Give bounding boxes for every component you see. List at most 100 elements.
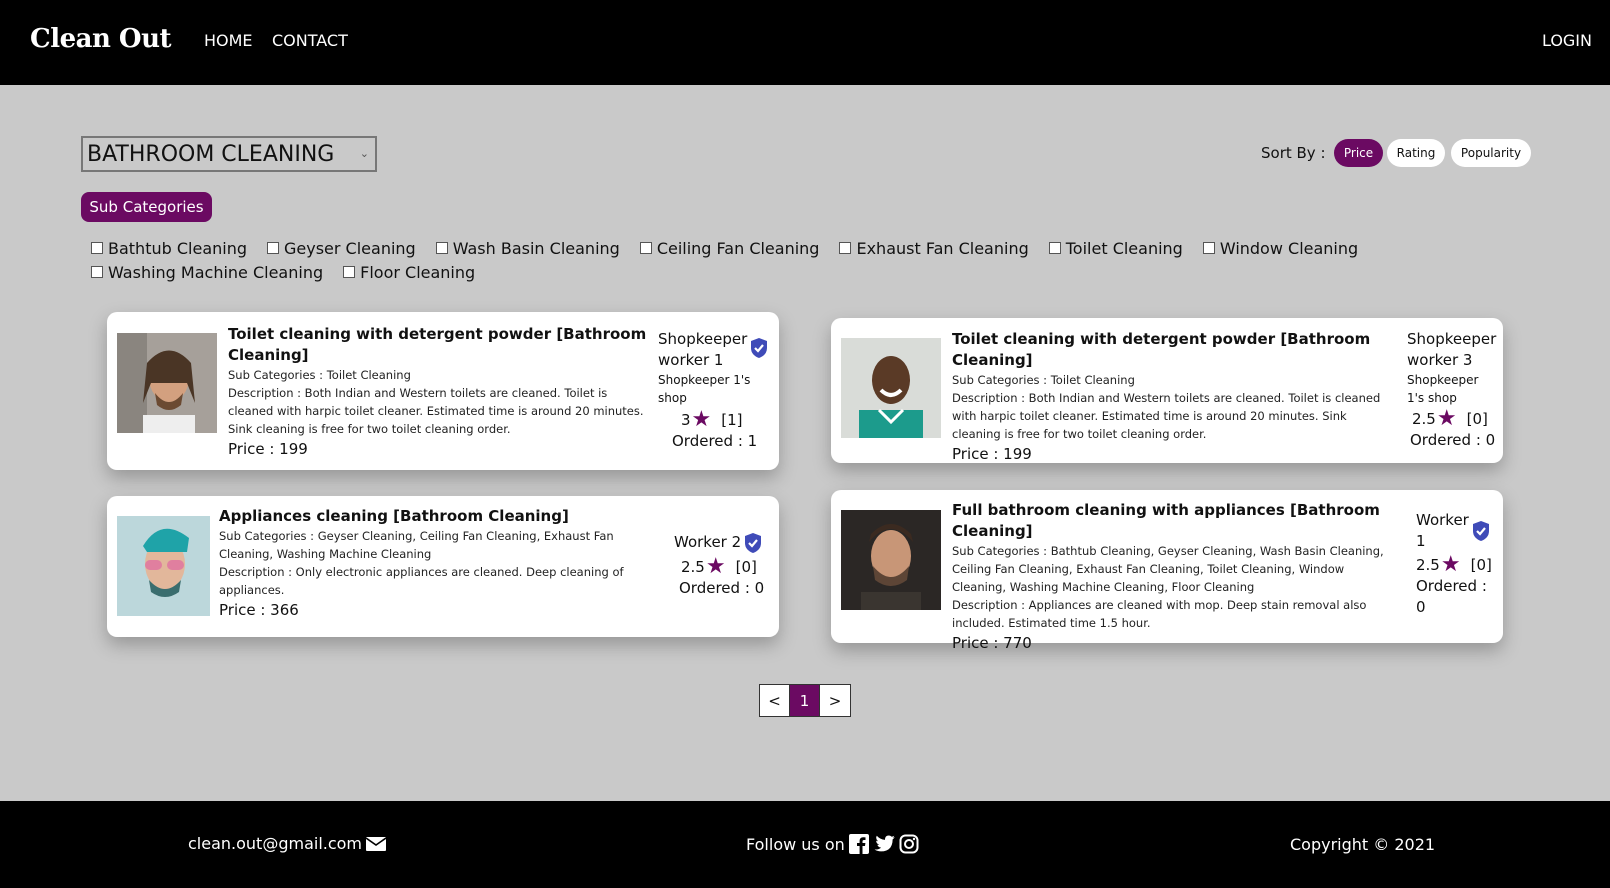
card-subcategories: Sub Categories : Toilet Cleaning — [228, 368, 411, 382]
ordered-count: Ordered : 1 — [672, 432, 758, 450]
category-select-value: BATHROOM CLEANING — [87, 141, 335, 167]
checkbox-label: Bathtub Cleaning — [108, 238, 247, 258]
subcategories-button[interactable]: Sub Categories — [81, 192, 212, 222]
card-subcategories: Sub Categories : Toilet Cleaning — [952, 373, 1135, 387]
facebook-icon[interactable] — [848, 834, 869, 854]
card-body: Appliances cleaning [Bathroom Cleaning] … — [219, 506, 639, 619]
ordered-count: Ordered : 0 — [1410, 431, 1496, 449]
star-icon: ★ — [1436, 406, 1457, 431]
checkbox-label: Wash Basin Cleaning — [452, 238, 620, 258]
checkbox-box[interactable] — [91, 266, 103, 278]
checkbox-box[interactable] — [91, 242, 103, 254]
rating-row: 2.5 ★ [0] — [1416, 554, 1498, 576]
card-description: Description : Appliances are cleaned wit… — [952, 598, 1367, 630]
checkbox-label: Toilet Cleaning — [1065, 238, 1183, 258]
page-1-button[interactable]: 1 — [790, 685, 820, 716]
card-title: Toilet cleaning with detergent powder [B… — [952, 330, 1371, 369]
checkbox-geyser[interactable]: Geyser Cleaning — [267, 239, 416, 258]
worker-avatar — [117, 516, 210, 616]
card-price: Price : 366 — [219, 601, 299, 619]
copyright-text: Copyright © 2021 — [1290, 835, 1436, 854]
service-card[interactable]: Full bathroom cleaning with appliances [… — [831, 490, 1503, 652]
checkbox-washing-machine[interactable]: Washing Machine Cleaning — [91, 263, 323, 282]
card-price: Price : 199 — [952, 445, 1032, 463]
checkbox-box[interactable] — [267, 242, 279, 254]
review-count: [0] — [1470, 555, 1492, 574]
shop-name[interactable]: Shopkeeper 1's shop — [658, 371, 770, 407]
checkbox-bathtub[interactable]: Bathtub Cleaning — [91, 239, 247, 258]
checkbox-toilet[interactable]: Toilet Cleaning — [1048, 238, 1183, 258]
ordered-count: Ordered : 0 — [679, 579, 765, 597]
instagram-icon[interactable] — [899, 834, 919, 854]
sort-popularity-button[interactable]: Popularity — [1451, 139, 1531, 167]
card-body: Full bathroom cleaning with appliances [… — [952, 500, 1397, 652]
chevron-down-icon: ⌄ — [359, 147, 369, 160]
subcategory-checkbox-list: Bathtub Cleaning Geyser Cleaning Wash Ba… — [91, 236, 1511, 284]
checkbox-floor[interactable]: Floor Cleaning — [343, 263, 475, 282]
card-description: Description : Both Indian and Western to… — [228, 386, 644, 436]
rating-row: 2.5 ★ [0] — [1407, 408, 1499, 430]
nav-contact-link[interactable]: CONTACT — [272, 31, 348, 50]
logo[interactable]: Clean Out — [30, 24, 171, 54]
worker-name-row: Worker 1 — [1416, 510, 1498, 552]
checkbox-box[interactable] — [839, 242, 852, 254]
rating-row: 3 ★ [1] — [658, 409, 770, 431]
checkbox-label: Ceiling Fan Cleaning — [656, 238, 820, 258]
service-card[interactable]: Toilet cleaning with detergent powder [B… — [831, 318, 1503, 463]
checkbox-wash-basin[interactable]: Wash Basin Cleaning — [435, 238, 620, 258]
mail-icon[interactable] — [366, 836, 387, 852]
star-icon: ★ — [691, 407, 712, 432]
rating-value: 3 — [681, 410, 691, 429]
checkbox-window[interactable]: Window Cleaning — [1202, 238, 1359, 258]
checkbox-box[interactable] — [343, 266, 356, 278]
worker-name[interactable]: Worker 1 — [1416, 510, 1469, 552]
worker-avatar — [841, 510, 941, 610]
prev-page-button[interactable]: < — [760, 685, 790, 716]
checkbox-ceiling-fan[interactable]: Ceiling Fan Cleaning — [639, 238, 820, 258]
card-description: Description : Only electronic appliances… — [219, 565, 624, 597]
checkbox-box[interactable] — [1202, 242, 1215, 254]
verified-badge-icon — [745, 533, 762, 553]
card-worker-info: Shopkeeper worker 1 Shopkeeper 1's shop … — [658, 329, 770, 452]
card-price: Price : 770 — [952, 634, 1032, 652]
sort-price-button[interactable]: Price — [1334, 139, 1383, 167]
checkbox-label: Floor Cleaning — [360, 262, 476, 282]
service-card[interactable]: Toilet cleaning with detergent powder [B… — [107, 312, 779, 470]
email-text[interactable]: clean.out@gmail.com — [188, 834, 362, 853]
checkbox-label: Window Cleaning — [1219, 238, 1359, 258]
follow-text: Follow us on — [746, 834, 845, 854]
footer-email[interactable]: clean.out@gmail.com — [188, 834, 387, 853]
twitter-icon[interactable] — [873, 835, 895, 853]
checkbox-box[interactable] — [1048, 242, 1061, 254]
checkbox-label: Washing Machine Cleaning — [108, 262, 324, 282]
checkbox-exhaust-fan[interactable]: Exhaust Fan Cleaning — [839, 238, 1029, 258]
sort-rating-button[interactable]: Rating — [1387, 139, 1445, 167]
worker-avatar — [117, 333, 217, 433]
nav-login-link[interactable]: LOGIN — [1542, 31, 1592, 50]
checkbox-label: Exhaust Fan Cleaning — [856, 238, 1029, 258]
service-card[interactable]: Appliances cleaning [Bathroom Cleaning] … — [107, 496, 779, 637]
star-icon: ★ — [1440, 552, 1461, 577]
checkbox-row: Washing Machine Cleaning Floor Cleaning — [91, 260, 1511, 284]
rating-value: 2.5 — [1416, 555, 1440, 574]
category-select[interactable]: BATHROOM CLEANING ⌄ — [81, 136, 377, 172]
checkbox-box[interactable] — [435, 242, 448, 254]
checkbox-box[interactable] — [639, 242, 652, 254]
rating-value: 2.5 — [681, 557, 705, 576]
ordered-count: Ordered : 0 — [1416, 577, 1487, 616]
top-nav-bar: Clean Out HOME CONTACT LOGIN — [0, 0, 1610, 85]
nav-home-link[interactable]: HOME — [204, 31, 253, 50]
shop-name[interactable]: Shopkeeper 1's shop — [1407, 371, 1499, 407]
star-icon: ★ — [705, 554, 726, 579]
worker-name[interactable]: Shopkeeper worker 3 — [1407, 329, 1499, 371]
worker-name[interactable]: Worker 2 — [674, 532, 741, 553]
card-worker-info: Shopkeeper worker 3 Shopkeeper 1's shop … — [1407, 329, 1499, 451]
worker-name-row: Shopkeeper worker 1 — [658, 329, 770, 371]
pagination: < 1 > — [759, 684, 851, 717]
worker-name[interactable]: Shopkeeper worker 1 — [658, 329, 747, 371]
next-page-button[interactable]: > — [820, 685, 850, 716]
worker-avatar — [841, 338, 941, 438]
rating-value: 2.5 — [1412, 409, 1436, 428]
rating-row: 2.5 ★ [0] — [674, 556, 774, 578]
card-subcategories: Sub Categories : Geyser Cleaning, Ceilin… — [219, 529, 614, 561]
